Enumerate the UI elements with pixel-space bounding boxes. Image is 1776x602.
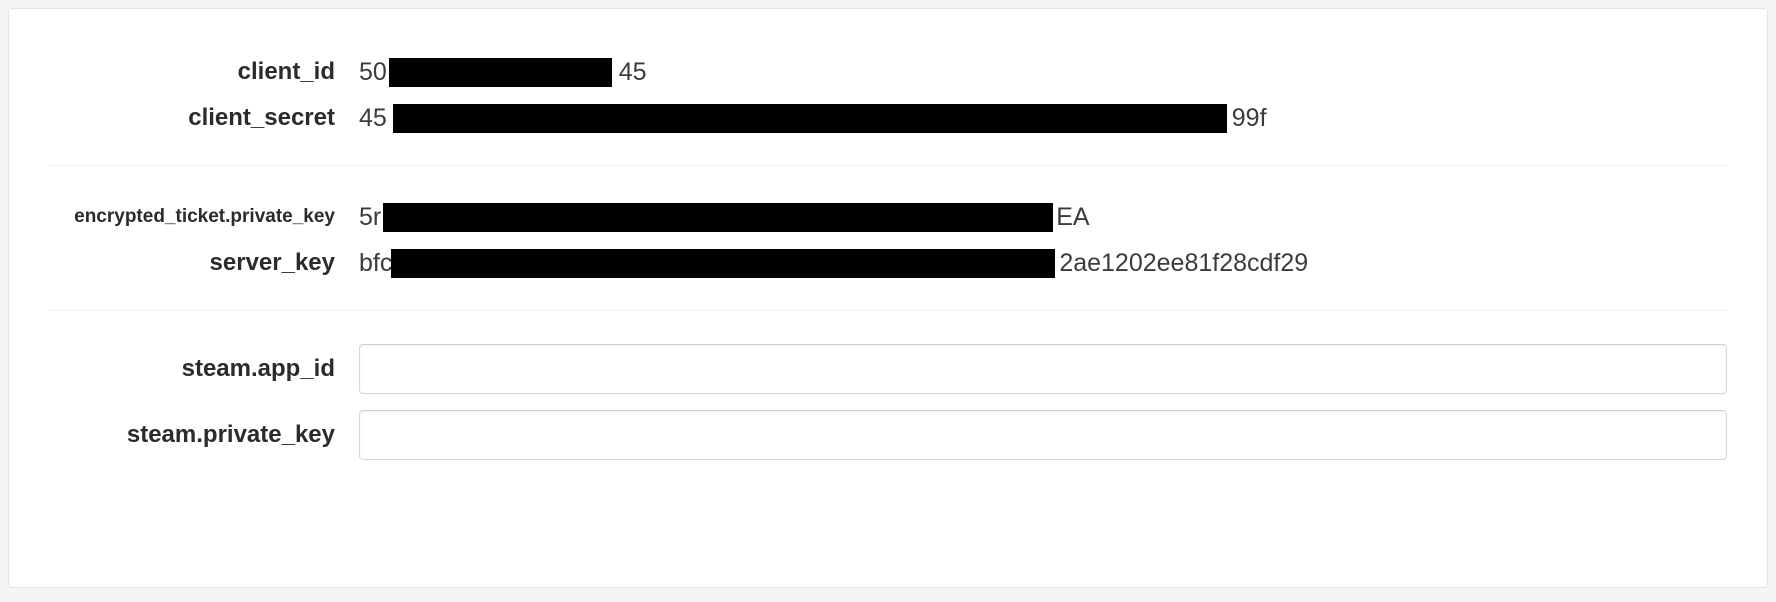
value-server-key-suffix: 2ae1202ee81f28cdf29 [1059, 249, 1308, 278]
value-encrypted-ticket: 5r EA [359, 203, 1727, 232]
label-steam-private-key: steam.private_key [49, 421, 359, 449]
redaction-server-key [391, 249, 1055, 278]
row-server-key: server_key bfc 2ae1202ee81f28cdf29 [49, 240, 1727, 286]
label-client-secret: client_secret [49, 104, 359, 132]
value-server-key-prefix: bfc [359, 249, 392, 278]
value-client-secret-suffix: 99f [1232, 104, 1267, 133]
row-encrypted-ticket: encrypted_ticket.private_key 5r EA [49, 194, 1727, 240]
value-server-key: bfc 2ae1202ee81f28cdf29 [359, 249, 1727, 278]
row-steam-app-id: steam.app_id [49, 339, 1727, 399]
input-steam-private-key[interactable] [359, 410, 1727, 460]
input-steam-app-id[interactable] [359, 344, 1727, 394]
settings-panel: client_id 50 45 client_secret 45 99f enc… [8, 8, 1768, 588]
value-client-id: 50 45 [359, 58, 1727, 87]
value-client-id-prefix: 50 [359, 58, 387, 87]
value-client-secret: 45 99f [359, 104, 1727, 133]
value-encrypted-ticket-suffix: EA [1056, 203, 1089, 232]
label-steam-app-id: steam.app_id [49, 355, 359, 383]
row-client-secret: client_secret 45 99f [49, 95, 1727, 141]
value-client-id-suffix: 45 [619, 58, 647, 87]
value-encrypted-ticket-prefix: 5r [359, 203, 381, 232]
section-client-credentials: client_id 50 45 client_secret 45 99f [49, 39, 1727, 166]
section-ticket-server: encrypted_ticket.private_key 5r EA serve… [49, 184, 1727, 311]
row-steam-private-key: steam.private_key [49, 405, 1727, 465]
label-encrypted-ticket: encrypted_ticket.private_key [49, 206, 359, 228]
label-server-key: server_key [49, 249, 359, 277]
label-client-id: client_id [49, 58, 359, 86]
redaction-encrypted-ticket [383, 203, 1053, 232]
redaction-client-id [389, 58, 612, 87]
section-steam: steam.app_id steam.private_key [49, 329, 1727, 495]
redaction-client-secret [393, 104, 1227, 133]
row-client-id: client_id 50 45 [49, 49, 1727, 95]
value-client-secret-prefix: 45 [359, 104, 387, 133]
